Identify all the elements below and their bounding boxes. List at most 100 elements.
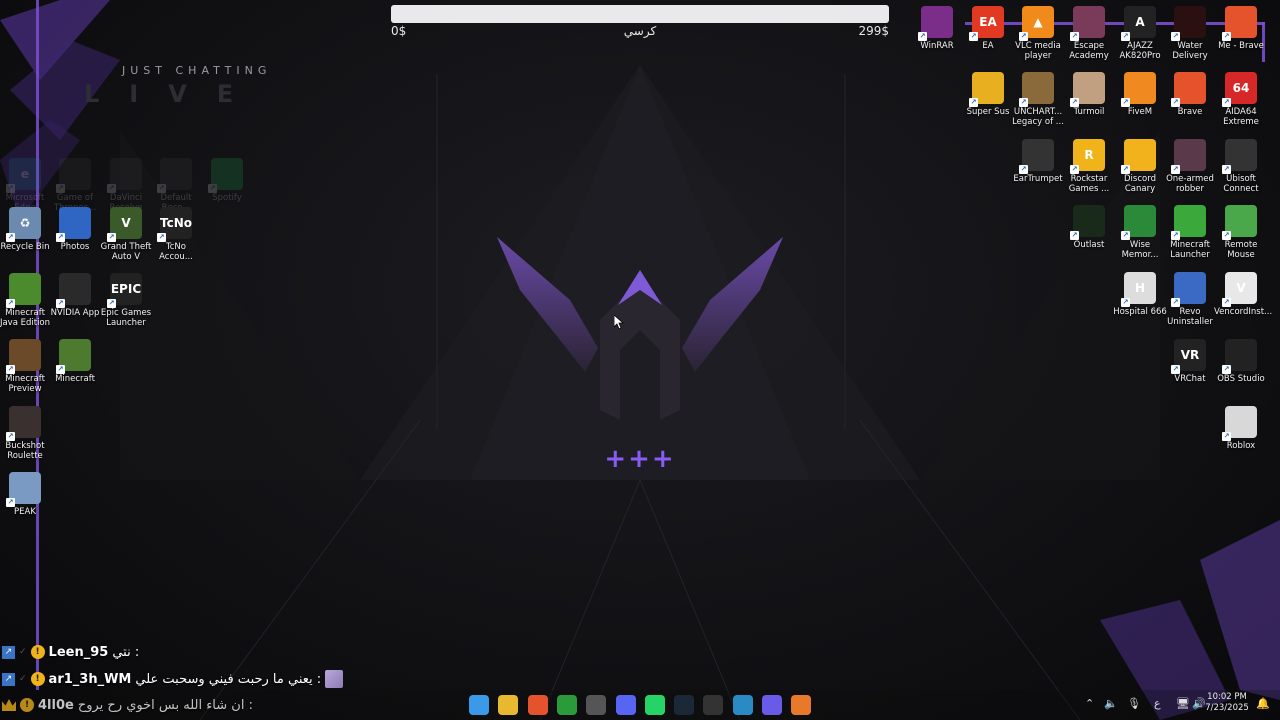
desktop-shortcut[interactable]: ↗ NVIDIA App xyxy=(48,273,102,318)
shortcut-arrow-icon: ↗ xyxy=(6,432,15,441)
desktop-shortcut[interactable]: ↗ Escape Academy xyxy=(1062,6,1116,61)
speaker-icon[interactable]: 🔈 xyxy=(1104,697,1118,710)
uncharted-icon: ↗ xyxy=(1019,72,1054,107)
shortcut-arrow-icon: ↗ xyxy=(1171,365,1180,374)
desktop-shortcut[interactable]: ↗ Discord Canary xyxy=(1113,139,1167,194)
notification-bell-icon[interactable]: 🔔 xyxy=(1256,697,1270,710)
escape-academy-icon: ↗ xyxy=(1070,6,1105,41)
water-delivery-icon: ↗ xyxy=(1171,6,1206,41)
verified-icon: ✓ xyxy=(19,647,27,657)
desktop-shortcut[interactable]: ↗ Turmoil xyxy=(1062,72,1116,117)
desktop-shortcut[interactable]: ↗ Super Sus xyxy=(961,72,1015,117)
file-explorer-icon[interactable] xyxy=(498,695,519,715)
desktop-shortcut[interactable]: ♻ ↗ Recycle Bin xyxy=(0,207,52,252)
desktop-shortcut[interactable]: VR ↗ VRChat xyxy=(1163,339,1217,384)
desktop-shortcut[interactable]: A ↗ AJAZZ AK820Pro xyxy=(1113,6,1167,61)
chat-username: Leen_95 xyxy=(48,644,109,660)
desktop-shortcut[interactable]: ↗Game of Thrones... xyxy=(48,158,102,213)
desktop-shortcut-label: AIDA64 Extreme xyxy=(1223,107,1259,127)
tcno-taskbar-icon[interactable] xyxy=(703,695,724,715)
desktop-shortcut[interactable]: ↗ Me - Brave xyxy=(1214,6,1268,51)
desktop-shortcut[interactable]: ↗ Water Delivery xyxy=(1163,6,1217,61)
desktop-shortcut[interactable]: ↗ Ubisoft Connect xyxy=(1214,139,1268,194)
desktop-shortcut[interactable]: ↗ Minecraft xyxy=(48,339,102,384)
desktop-shortcut[interactable]: ↗ EarTrumpet xyxy=(1011,139,1065,184)
desktop-shortcut-label: Minecraft xyxy=(55,374,95,384)
shortcut-arrow-icon: ↗ xyxy=(1070,165,1079,174)
desktop-shortcut[interactable]: ↗ One-armed robber xyxy=(1163,139,1217,194)
shortcut-arrow-icon: ↗ xyxy=(1222,365,1231,374)
network-icon[interactable]: 🖥 xyxy=(1176,697,1190,710)
desktop-shortcut[interactable]: ↗ Minecraft Launcher xyxy=(1163,205,1217,260)
desktop-shortcut[interactable]: ↗ Buckshot Roulette xyxy=(0,406,52,461)
eartrumpet-icon: ↗ xyxy=(1019,139,1054,174)
desktop-shortcut[interactable]: ↗ UNCHART... Legacy of ... xyxy=(1011,72,1065,127)
desktop-shortcut[interactable]: ↗ Minecraft Preview xyxy=(0,339,52,394)
shortcut-arrow-icon: ↗ xyxy=(969,32,978,41)
desktop-shortcut[interactable]: H ↗ Hospital 666 xyxy=(1113,272,1167,317)
desktop-shortcut-label: Minecraft Launcher xyxy=(1170,240,1210,260)
desktop-shortcut[interactable]: ↗ Revo Uninstaller xyxy=(1163,272,1217,327)
volume-icon[interactable]: 🔊 xyxy=(1192,697,1206,710)
discord-taskbar-icon[interactable] xyxy=(615,695,636,715)
whatsapp-icon[interactable] xyxy=(644,695,665,715)
desktop-shortcut[interactable]: ↗ FiveM xyxy=(1113,72,1167,117)
desktop-shortcut[interactable]: TcNo ↗ TcNo Accou... xyxy=(149,207,203,262)
desktop-shortcut[interactable]: R ↗ Rockstar Games ... xyxy=(1062,139,1116,194)
badge-icon: ! xyxy=(30,672,45,686)
desktop-shortcut[interactable]: ↗Default Beco... xyxy=(149,158,203,213)
desktop-shortcut[interactable]: ↗ Photos xyxy=(48,207,102,252)
shortcut-arrow-icon: ↗ xyxy=(56,233,65,242)
shortcut-arrow-icon: ↗ xyxy=(1121,231,1130,240)
desktop-shortcut[interactable]: ↗ Outlast xyxy=(1062,205,1116,250)
desktop-shortcut[interactable]: ↗ OBS Studio xyxy=(1214,339,1268,384)
me-brave-icon: ↗ xyxy=(1222,6,1257,41)
peak-icon: ↗ xyxy=(6,472,41,507)
windows-start-icon[interactable] xyxy=(469,695,489,715)
shortcut-arrow-icon: ↗ xyxy=(1019,98,1028,107)
outlast-icon: ↗ xyxy=(1070,205,1105,240)
super-sus-icon: ↗ xyxy=(969,72,1004,107)
microphone-icon[interactable]: 🎙 xyxy=(1127,697,1141,710)
desktop-shortcut[interactable]: 64 ↗ AIDA64 Extreme xyxy=(1214,72,1268,127)
ajazz-taskbar-icon[interactable] xyxy=(791,695,812,715)
xbox-icon[interactable] xyxy=(556,695,577,715)
desktop-shortcut[interactable]: EPIC ↗ Epic Games Launcher xyxy=(99,273,153,328)
desktop-shortcut[interactable]: e↗Microsoft Edge xyxy=(0,158,52,213)
chat-message: ↗ ✓! ar1_3h_WM يعني ما رحبت فيني وسحبت علي … xyxy=(2,669,344,689)
chat-message: ↗ ✓! Leen_95 نتي : xyxy=(2,642,139,662)
chevron-up-icon[interactable]: ⌃ xyxy=(1085,697,1094,710)
desktop-shortcut[interactable]: ↗ WinRAR xyxy=(910,6,964,51)
desktop-shortcut[interactable]: ↗ Brave xyxy=(1163,72,1217,117)
brave-taskbar-icon[interactable] xyxy=(527,695,548,715)
desktop-shortcut[interactable]: V ↗ VencordInst... xyxy=(1214,272,1273,317)
desktop-shortcut[interactable]: ↗ Minecraft Java Edition xyxy=(0,273,52,328)
desktop-shortcut[interactable]: ↗ Remote Mouse xyxy=(1214,205,1268,260)
shortcut-arrow-icon: ↗ xyxy=(6,184,15,193)
app-taskbar-icon[interactable] xyxy=(732,695,753,715)
desktop-shortcut[interactable]: ↗ PEAK xyxy=(0,472,52,517)
desktop-shortcut[interactable]: V ↗ Grand Theft Auto V xyxy=(99,207,153,262)
desktop-shortcut[interactable]: EA ↗ EA xyxy=(961,6,1015,51)
remote-mouse-icon: ↗ xyxy=(1222,205,1257,240)
desktop-shortcut-label: Hospital 666 xyxy=(1113,307,1167,317)
shortcut-arrow-icon: ↗ xyxy=(107,299,116,308)
desktop-shortcut-label: VencordInst... xyxy=(1214,307,1273,317)
desktop-shortcut-label: UNCHART... Legacy of ... xyxy=(1012,107,1064,127)
linear-taskbar-icon[interactable] xyxy=(762,695,782,715)
system-clock[interactable]: 10:02 PM 7/23/2025 xyxy=(1205,692,1249,714)
desktop-shortcut-label: Discord Canary xyxy=(1124,174,1156,194)
desktop-shortcut[interactable]: ↗ Wise Memor... xyxy=(1113,205,1167,260)
desktop-shortcut[interactable]: ▲ ↗ VLC media player xyxy=(1011,6,1065,61)
wise-memory-icon: ↗ xyxy=(1121,205,1156,240)
ajazz-icon: A ↗ xyxy=(1121,6,1156,41)
input-language[interactable]: ع xyxy=(1154,697,1161,710)
shortcut-arrow-icon: ↗ xyxy=(107,233,116,242)
steam-icon[interactable] xyxy=(674,695,695,715)
desktop-shortcut[interactable]: ↗ Spotify xyxy=(200,158,254,203)
shortcut-arrow-icon: ↗ xyxy=(1171,298,1180,307)
desktop-shortcut[interactable]: ↗DaVinci Resolve xyxy=(99,158,153,213)
obs-taskbar-icon[interactable] xyxy=(586,695,607,715)
desktop-shortcut-label: WinRAR xyxy=(920,41,954,51)
desktop-shortcut[interactable]: ↗ Roblox xyxy=(1214,406,1268,451)
